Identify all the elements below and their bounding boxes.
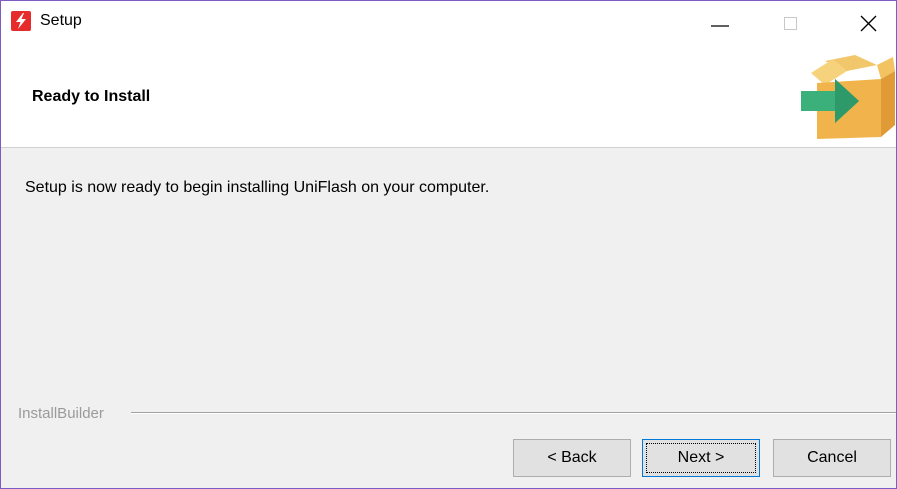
lightning-bolt-icon: [11, 11, 31, 31]
footer-divider: [131, 412, 896, 414]
maximize-icon: [784, 17, 797, 30]
setup-window: Setup Ready to Install Setup is now read…: [0, 0, 897, 489]
brand-label: InstallBuilder: [18, 405, 110, 422]
window-title: Setup: [40, 12, 82, 29]
box-arrow-icon: [801, 55, 895, 139]
cancel-button[interactable]: Cancel: [773, 439, 891, 477]
close-icon: [860, 15, 877, 32]
minimize-button[interactable]: [698, 1, 744, 45]
header-banner: Ready to Install: [1, 45, 896, 148]
next-button-label: Next >: [677, 449, 725, 466]
next-button[interactable]: Next >: [642, 439, 760, 477]
maximize-button[interactable]: [770, 1, 816, 45]
back-button[interactable]: < Back: [513, 439, 631, 477]
ready-message: Setup is now ready to begin installing U…: [25, 179, 490, 196]
minimize-icon: [711, 25, 729, 27]
title-bar[interactable]: Setup: [1, 1, 896, 45]
close-button[interactable]: [846, 1, 892, 45]
page-title: Ready to Install: [32, 88, 151, 105]
